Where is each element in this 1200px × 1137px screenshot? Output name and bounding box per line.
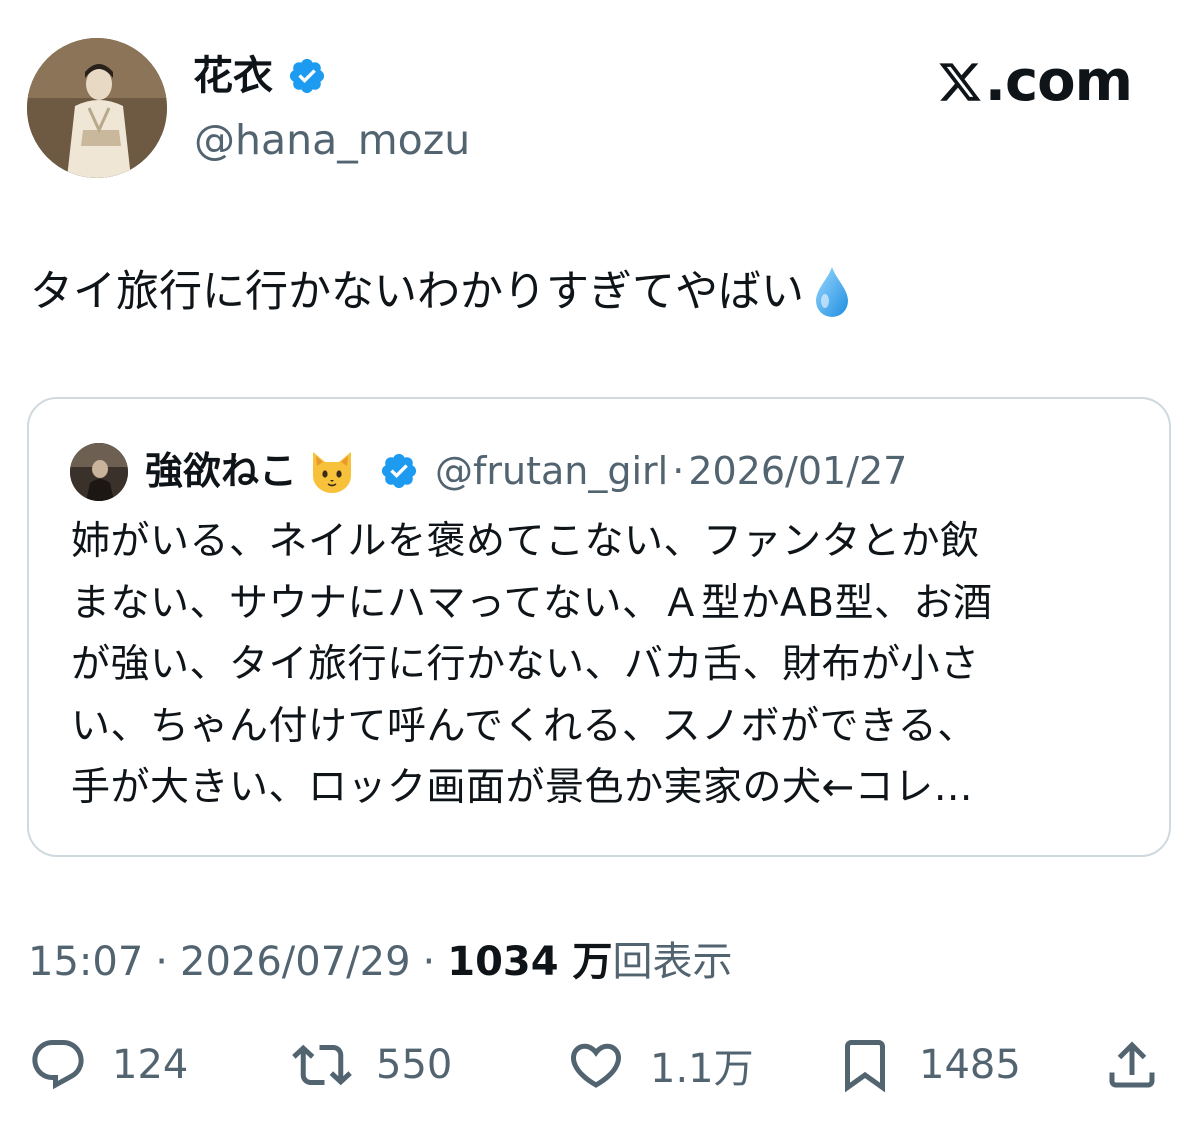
reply-button[interactable]: 124 — [28, 1030, 188, 1100]
x-com-logo: .com — [937, 49, 1133, 114]
quoted-text-line: が強い、タイ旅行に行かない、バカ舌、財布が小さ — [71, 642, 980, 687]
retweet-count: 550 — [376, 1042, 453, 1088]
tweet-text-content: タイ旅行に行かないわかりすぎてやばい — [30, 267, 804, 317]
quoted-avatar-image — [70, 443, 128, 501]
retweet-icon — [292, 1044, 352, 1086]
x-logo-icon — [939, 63, 981, 101]
cat-face-emoji-icon — [313, 452, 352, 493]
heart-icon — [570, 1043, 622, 1088]
like-count: 1.1万 — [650, 1046, 754, 1092]
quoted-display-name[interactable]: 強欲ねこ — [145, 441, 297, 501]
x-com-suffix: .com — [984, 49, 1133, 114]
quoted-tweet-card[interactable]: 強欲ねこ @frutan_girl · 2026/01/27 姉がいる、ネイルを… — [27, 397, 1171, 857]
quoted-separator: · — [672, 449, 685, 493]
quoted-text: 姉がいる、ネイルを褒めてこない、ファンタとか飲 まない、サウナにハマってない、Ａ… — [71, 511, 1141, 819]
author-display-name[interactable]: 花衣 — [193, 48, 273, 104]
droplet-emoji-icon — [816, 267, 848, 317]
quoted-text-line: 姉がいる、ネイルを褒めてこない、ファンタとか飲 — [71, 519, 980, 564]
tweet-time[interactable]: 15:07 — [28, 932, 143, 992]
retweet-button[interactable]: 550 — [292, 1030, 452, 1100]
quoted-author-avatar[interactable] — [70, 443, 128, 501]
tweet-text: タイ旅行に行かないわかりすぎてやばい — [30, 262, 854, 322]
views-count[interactable]: 1034 万 — [447, 932, 612, 992]
author-name-row: 花衣 — [193, 48, 327, 104]
views-label[interactable]: 回表示 — [613, 932, 733, 992]
quoted-header: 強欲ねこ @frutan_girl · 2026/01/27 — [145, 441, 907, 501]
quoted-handle[interactable]: @frutan_girl — [435, 441, 668, 501]
reply-count: 124 — [112, 1042, 189, 1088]
tweet-meta: 15:07 · 2026/07/29 · 1034 万 回表示 — [28, 932, 733, 992]
reply-icon — [32, 1040, 84, 1090]
author-handle[interactable]: @hana_mozu — [194, 112, 470, 168]
quoted-text-line: まない、サウナにハマってない、Ａ型かAB型、お酒 — [71, 580, 993, 626]
meta-separator: · — [155, 939, 168, 985]
like-button[interactable]: 1.1万 — [566, 1030, 754, 1100]
bookmark-button[interactable]: 1485 — [835, 1030, 1021, 1100]
author-avatar[interactable] — [27, 38, 167, 178]
quoted-date[interactable]: 2026/01/27 — [688, 441, 907, 501]
share-button[interactable] — [1102, 1030, 1162, 1100]
share-icon — [1109, 1041, 1155, 1088]
tweet-date[interactable]: 2026/07/29 — [180, 932, 411, 992]
action-bar: 124 550 1.1万 1485 — [0, 1030, 1200, 1100]
quoted-text-line: い、ちゃん付けて呼んでくれる、スノボができる、 — [71, 703, 977, 749]
bookmark-count: 1485 — [919, 1042, 1021, 1088]
quoted-verified-badge-icon[interactable] — [379, 451, 419, 491]
quoted-text-line: 手が大きい、ロック画面が景色か実家の犬←コレ… — [71, 765, 974, 810]
verified-badge-icon[interactable] — [287, 56, 327, 96]
meta-separator: · — [422, 939, 436, 985]
bookmark-icon — [845, 1040, 885, 1093]
author-avatar-image — [27, 38, 167, 178]
